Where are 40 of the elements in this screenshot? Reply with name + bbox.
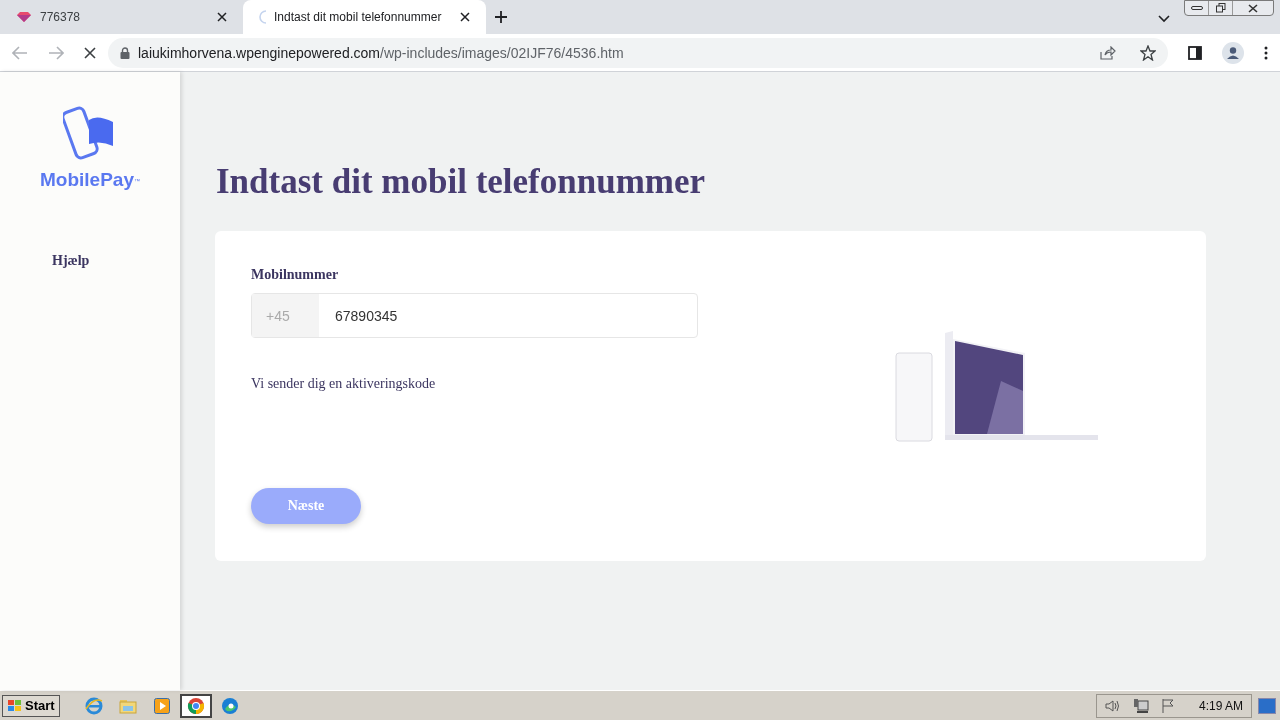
- side-panel-icon[interactable]: [1188, 45, 1202, 60]
- edge-icon: [220, 696, 239, 715]
- page-heading: Indtast dit mobil telefonnummer: [216, 161, 707, 203]
- speaker-icon[interactable]: [1104, 698, 1121, 713]
- sidebar-link[interactable]: Hjælp: [52, 250, 90, 271]
- phone-number: 67890345: [334, 306, 399, 326]
- network-icon[interactable]: [1132, 697, 1149, 714]
- close-icon: [1248, 3, 1258, 13]
- close-icon[interactable]: [460, 12, 470, 22]
- star-icon[interactable]: [1140, 44, 1156, 61]
- windows-flag-icon: [7, 698, 23, 713]
- tab-title: 776378: [40, 9, 82, 25]
- url-text: laiukimhorvena.wpenginepowered.com/wp-includes/images/02IJF76/4536.htm: [138, 43, 624, 63]
- browser-tab[interactable]: 776378: [0, 0, 243, 34]
- profile-avatar-icon[interactable]: [1222, 41, 1244, 64]
- logo-text: MobilePay$^{™}$: [40, 168, 140, 192]
- tab-title: Indtast dit mobil telefonnummer: [274, 9, 443, 25]
- show-desktop-button[interactable]: [1258, 697, 1276, 714]
- browser-tab[interactable]: Indtast dit mobil telefonnummer: [243, 0, 486, 34]
- start-button[interactable]: Start: [2, 694, 60, 717]
- clock: 4:19 AM: [1198, 697, 1243, 714]
- hint-text: Vi sender dig en aktiveringskode: [251, 375, 437, 393]
- new-tab-icon[interactable]: [494, 10, 508, 24]
- field-label: Mobilnummer: [251, 266, 340, 284]
- flag-icon[interactable]: [1160, 697, 1175, 714]
- phone-input[interactable]: +45 67890345: [251, 293, 698, 338]
- restore-icon: [1215, 3, 1226, 13]
- chrome-icon: [186, 696, 205, 715]
- chevron-down-icon[interactable]: [1158, 15, 1170, 23]
- share-icon[interactable]: [1100, 45, 1116, 60]
- taskbar-app[interactable]: [179, 693, 212, 718]
- country-code: +45: [252, 294, 319, 337]
- address-bar[interactable]: laiukimhorvena.wpenginepowered.com/wp-includes/images/02IJF76/4536.htm: [108, 37, 1168, 68]
- browser-e-icon: [84, 696, 103, 715]
- lock-icon: [120, 46, 130, 59]
- menu-icon[interactable]: [1264, 45, 1268, 60]
- close-icon[interactable]: [217, 12, 227, 22]
- folder-icon: [118, 697, 137, 714]
- stop-icon[interactable]: [84, 46, 96, 59]
- play-icon: [153, 697, 170, 714]
